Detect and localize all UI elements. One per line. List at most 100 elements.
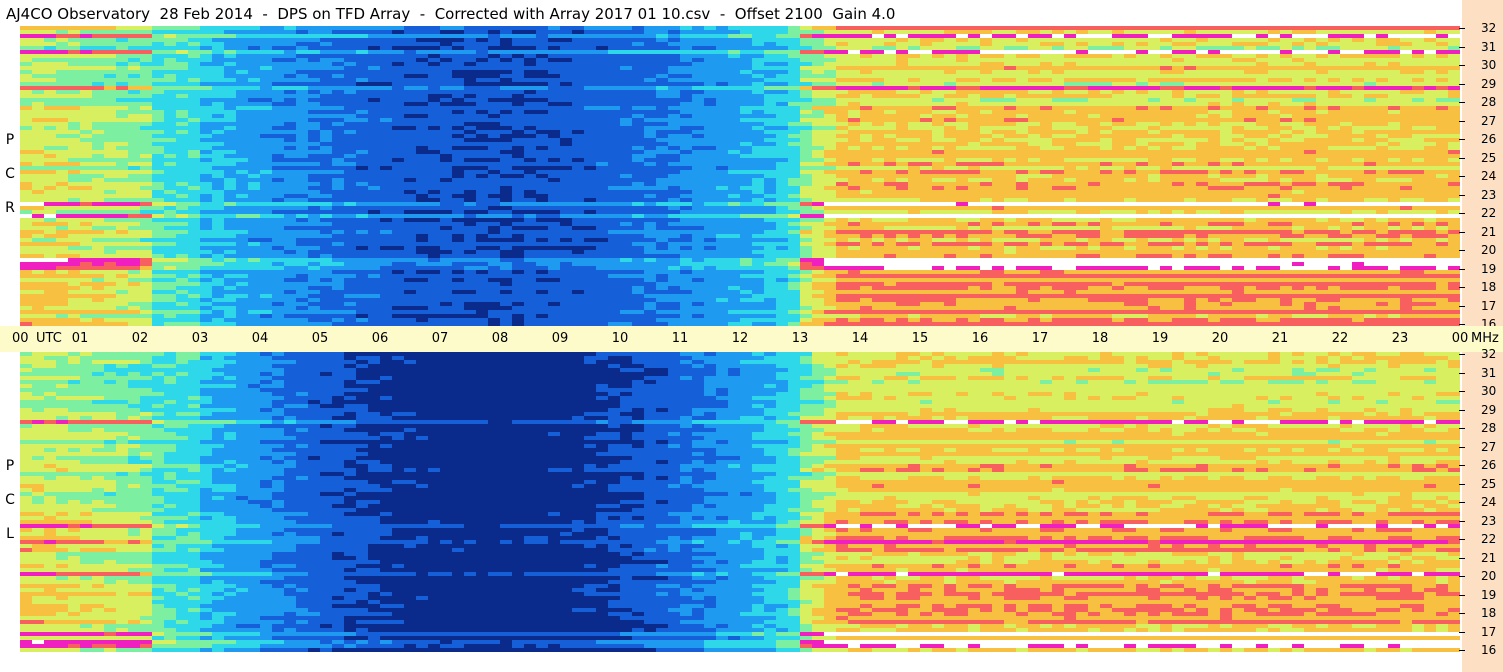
time-tick-label: 00 xyxy=(12,331,29,346)
frequency-tick-label: 26 xyxy=(1481,132,1497,146)
time-tick-label: 16 xyxy=(971,331,989,346)
time-tick-label: 15 xyxy=(911,331,929,346)
frequency-tick-label: 32 xyxy=(1481,21,1497,35)
frequency-tick-mark xyxy=(1459,120,1465,122)
frequency-tick-label: 29 xyxy=(1481,402,1497,417)
frequency-tick-mark xyxy=(1459,250,1465,251)
frequency-tick-label: 24 xyxy=(1481,495,1497,509)
frequency-tick-mark xyxy=(1459,613,1465,614)
lcp-label-c: C xyxy=(5,492,15,508)
frequency-tick-mark xyxy=(1459,428,1465,429)
frequency-tick-mark xyxy=(1459,287,1465,288)
frequency-tick-label: 21 xyxy=(1481,224,1497,239)
time-tick-label: 06 xyxy=(371,331,389,346)
time-tick-label: 19 xyxy=(1151,331,1169,346)
frequency-tick-mark xyxy=(1459,354,1465,355)
frequency-tick-mark xyxy=(1459,539,1465,540)
time-tick-label: 02 xyxy=(131,331,149,346)
frequency-tick-label: 23 xyxy=(1481,187,1497,202)
time-tick-label: 04 xyxy=(251,331,269,346)
frequency-tick-label: 28 xyxy=(1481,421,1497,435)
frequency-tick-label: 19 xyxy=(1481,261,1497,276)
rcp-label-p: P xyxy=(5,132,15,148)
frequency-tick-label: 20 xyxy=(1481,243,1497,257)
frequency-tick-label: 17 xyxy=(1481,624,1497,639)
frequency-tick-mark xyxy=(1459,372,1465,374)
frequency-tick-label: 25 xyxy=(1481,476,1497,491)
frequency-tick-mark xyxy=(1459,520,1465,522)
frequency-tick-mark xyxy=(1459,102,1465,103)
frequency-tick-label: 27 xyxy=(1481,113,1497,128)
frequency-tick-label: 32 xyxy=(1481,347,1497,361)
frequency-tick-mark xyxy=(1459,483,1465,485)
lcp-frequency-scale xyxy=(1462,352,1503,672)
frequency-tick-mark xyxy=(1459,502,1465,503)
time-tick-label: 05 xyxy=(311,331,329,346)
frequency-tick-mark xyxy=(1459,594,1465,596)
frequency-tick-label: 27 xyxy=(1481,439,1497,454)
frequency-tick-mark xyxy=(1459,650,1465,651)
time-unit-label: UTC xyxy=(36,331,62,346)
rcp-label-c: C xyxy=(5,166,15,182)
frequency-tick-label: 25 xyxy=(1481,150,1497,165)
frequency-tick-label: 29 xyxy=(1481,76,1497,91)
rcp-label-r: R xyxy=(5,200,15,216)
title-bar: AJ4CO Observatory 28 Feb 2014 - DPS on T… xyxy=(0,0,1503,26)
frequency-tick-label: 30 xyxy=(1481,58,1497,72)
frequency-tick-label: 19 xyxy=(1481,587,1497,602)
frequency-tick-label: 20 xyxy=(1481,569,1497,583)
frequency-tick-mark xyxy=(1459,46,1465,48)
frequency-tick-label: 30 xyxy=(1481,384,1497,398)
time-tick-label: 11 xyxy=(671,331,689,346)
time-tick-label: 14 xyxy=(851,331,869,346)
frequency-tick-label: 17 xyxy=(1481,298,1497,313)
frequency-tick-mark xyxy=(1459,65,1465,66)
frequency-tick-mark xyxy=(1459,391,1465,392)
frequency-tick-mark xyxy=(1459,157,1465,159)
frequency-tick-label: 31 xyxy=(1481,365,1497,380)
lcp-label-p: P xyxy=(5,458,15,474)
spectrogram-image xyxy=(20,352,1460,652)
frequency-tick-label: 26 xyxy=(1481,458,1497,472)
frequency-tick-mark xyxy=(1459,631,1465,633)
frequency-tick-mark xyxy=(1459,28,1465,29)
frequency-tick-label: 28 xyxy=(1481,95,1497,109)
time-tick-label: 09 xyxy=(551,331,569,346)
time-tick-label: 01 xyxy=(71,331,89,346)
time-tick-label: 10 xyxy=(611,331,629,346)
frequency-tick-label: 16 xyxy=(1481,643,1497,657)
time-tick-label: 07 xyxy=(431,331,449,346)
frequency-tick-label: 21 xyxy=(1481,550,1497,565)
frequency-tick-label: 22 xyxy=(1481,206,1497,220)
time-axis: 00 01 02 03 04 05 06 07 08 09 10 11 12 13 14 15 16 17 18 19… xyxy=(0,326,1503,352)
time-tick-label: 03 xyxy=(191,331,209,346)
time-tick-label: 17 xyxy=(1031,331,1049,346)
time-tick-label: 13 xyxy=(791,331,809,346)
frequency-tick-mark xyxy=(1459,324,1465,325)
frequency-tick-label: 24 xyxy=(1481,169,1497,183)
frequency-tick-mark xyxy=(1459,576,1465,577)
time-tick-label: 08 xyxy=(491,331,509,346)
lcp-label-l: L xyxy=(6,526,14,542)
time-tick-label: 22 xyxy=(1331,331,1349,346)
time-tick-label: 18 xyxy=(1091,331,1109,346)
frequency-tick-mark xyxy=(1459,268,1465,270)
time-tick-label: 21 xyxy=(1271,331,1289,346)
time-tick-label: 20 xyxy=(1211,331,1229,346)
frequency-tick-mark xyxy=(1459,231,1465,233)
frequency-tick-label: 18 xyxy=(1481,606,1497,620)
spectrogram-image xyxy=(20,26,1460,326)
rcp-spectrogram xyxy=(20,26,1460,326)
frequency-tick-label: 31 xyxy=(1481,39,1497,54)
frequency-tick-mark xyxy=(1459,194,1465,196)
frequency-tick-mark xyxy=(1459,465,1465,466)
frequency-tick-mark xyxy=(1459,83,1465,85)
lcp-spectrogram xyxy=(20,352,1460,652)
time-tick-label: 23 xyxy=(1391,331,1409,346)
frequency-tick-mark xyxy=(1459,139,1465,140)
frequency-tick-label: 22 xyxy=(1481,532,1497,546)
frequency-tick-label: 18 xyxy=(1481,280,1497,294)
frequency-tick-mark xyxy=(1459,305,1465,307)
time-tick-label: 12 xyxy=(731,331,749,346)
chart-title: AJ4CO Observatory 28 Feb 2014 - DPS on T… xyxy=(6,5,896,23)
